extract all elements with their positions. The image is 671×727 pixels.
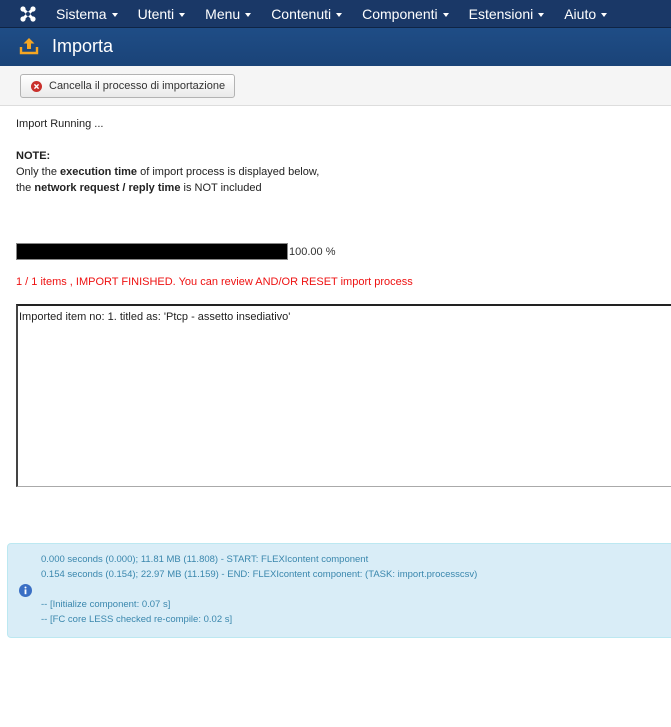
top-navbar: Sistema Utenti Menu Contenuti Componenti…: [0, 0, 671, 28]
import-finished-message: 1 / 1 items , IMPORT FINISHED. You can r…: [16, 276, 413, 288]
cancel-import-label: Cancella il processo di importazione: [49, 80, 226, 92]
menu-sistema[interactable]: Sistema: [46, 0, 128, 28]
menu-menu-label: Menu: [205, 6, 241, 22]
import-progress: 100.00 %: [16, 243, 335, 260]
menu-aiuto-label: Aiuto: [564, 6, 597, 22]
menu-sistema-label: Sistema: [56, 6, 107, 22]
import-status-text: Import Running ...: [16, 118, 104, 130]
menu-componenti-label: Componenti: [362, 6, 438, 22]
import-log[interactable]: Imported item no: 1. titled as: 'Ptcp - …: [16, 304, 671, 487]
note-block: NOTE: Only the execution time of import …: [16, 148, 319, 196]
menu-estensioni-label: Estensioni: [468, 6, 534, 22]
main-menu: Sistema Utenti Menu Contenuti Componenti…: [46, 0, 617, 28]
debug-line: -- [FC core LESS checked re-compile: 0.0…: [41, 614, 233, 625]
debug-line: 0.154 seconds (0.154); 22.97 MB (11.159)…: [41, 569, 478, 580]
menu-menu[interactable]: Menu: [195, 0, 261, 28]
import-log-entry: Imported item no: 1. titled as: 'Ptcp - …: [19, 311, 291, 323]
menu-contenuti[interactable]: Contenuti: [261, 0, 352, 28]
chevron-down-icon: [601, 13, 608, 17]
upload-icon: [19, 38, 39, 55]
note-line-2-bold: network request / reply time: [34, 182, 181, 194]
debug-line: 0.000 seconds (0.000); 11.81 MB (11.808)…: [41, 554, 369, 565]
note-line-1: Only the execution time of import proces…: [16, 164, 319, 180]
debug-line: [41, 582, 477, 597]
menu-utenti-label: Utenti: [137, 6, 175, 22]
progress-bar: [16, 243, 288, 260]
note-line-1-bold: execution time: [60, 166, 138, 178]
chevron-down-icon: [245, 13, 252, 17]
chevron-down-icon: [538, 13, 545, 17]
progress-percent-text: 100.00 %: [289, 245, 336, 258]
chevron-down-icon: [179, 13, 186, 17]
debug-info-box: 0.000 seconds (0.000); 11.81 MB (11.808)…: [7, 543, 671, 638]
note-line-2: the network request / reply time is NOT …: [16, 180, 319, 196]
page-title: Importa: [52, 36, 114, 56]
menu-estensioni[interactable]: Estensioni: [459, 0, 555, 28]
note-line-1-prefix: Only the: [16, 166, 61, 178]
page-header: Importa: [0, 28, 671, 66]
cancel-circle-icon: [31, 80, 42, 92]
note-line-2-suffix: is NOT included: [180, 182, 262, 194]
debug-lines: 0.000 seconds (0.000); 11.81 MB (11.808)…: [41, 552, 477, 627]
note-line-2-prefix: the: [16, 182, 35, 194]
progress-bar-fill: [17, 244, 287, 259]
menu-contenuti-label: Contenuti: [271, 6, 332, 22]
menu-utenti[interactable]: Utenti: [128, 0, 196, 28]
joomla-icon[interactable]: [19, 5, 37, 23]
cancel-import-button[interactable]: Cancella il processo di importazione: [20, 74, 236, 98]
note-line-1-suffix: of import process is displayed below,: [137, 166, 320, 178]
note-heading: NOTE:: [16, 150, 51, 162]
chevron-down-icon: [336, 13, 343, 17]
chevron-down-icon: [442, 13, 449, 17]
chevron-down-icon: [111, 13, 118, 17]
toolbar: Cancella il processo di importazione: [0, 66, 671, 106]
menu-componenti[interactable]: Componenti: [352, 0, 459, 28]
menu-aiuto[interactable]: Aiuto: [554, 0, 617, 28]
debug-line: -- [Initialize component: 0.07 s]: [41, 599, 171, 610]
info-icon: [19, 584, 32, 597]
